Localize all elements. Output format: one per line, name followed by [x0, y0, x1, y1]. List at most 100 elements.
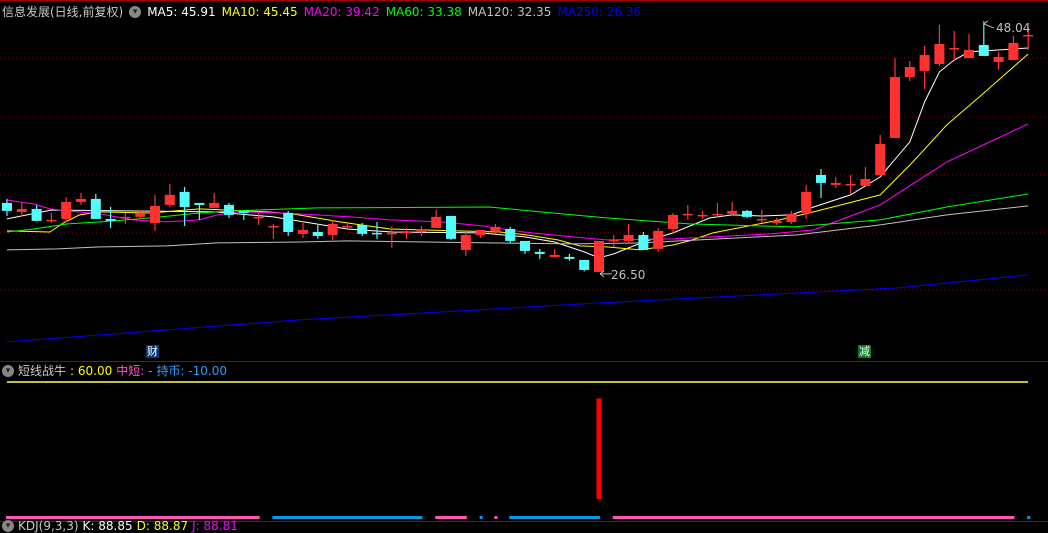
finance-marker[interactable]: 财 — [146, 345, 159, 358]
candle — [431, 209, 442, 228]
candle-body — [638, 234, 649, 250]
candle-body — [164, 194, 175, 205]
candle-body — [268, 225, 279, 228]
candle-body — [579, 259, 590, 270]
candle-body — [756, 218, 767, 221]
candle-body — [682, 213, 693, 216]
candle-body — [534, 251, 545, 254]
candle — [682, 204, 693, 220]
candle-body — [194, 202, 205, 205]
candle-body — [61, 201, 72, 219]
candle — [786, 210, 797, 224]
kdj-d: D: 88.87 — [136, 519, 189, 533]
candle-body — [845, 183, 856, 186]
indicator-name: 短线战牛 — [18, 364, 67, 378]
candle — [949, 30, 960, 60]
candle-body — [31, 208, 42, 221]
candle-body — [386, 232, 397, 235]
candle — [76, 192, 86, 205]
candle-body — [623, 234, 634, 241]
candle-body — [1023, 34, 1034, 37]
candle-body — [830, 182, 841, 185]
state-segment — [612, 516, 1015, 519]
chevron-down-icon[interactable]: ▾ — [2, 364, 14, 377]
candle — [224, 202, 234, 218]
candle — [816, 168, 826, 198]
candle — [623, 223, 634, 244]
candle-body — [890, 77, 900, 138]
candle-body — [460, 234, 471, 250]
candle — [312, 224, 323, 239]
hold-cash-label: 持币: -10.00 — [156, 364, 227, 378]
state-segment — [1027, 516, 1031, 519]
candle-body — [105, 218, 116, 221]
candle — [283, 210, 294, 236]
candle-body — [357, 224, 368, 234]
stock-chart[interactable] — [0, 0, 1048, 527]
chevron-down-icon[interactable]: ▾ — [129, 5, 142, 18]
indicator-header: ▾ 短线战牛 : 60.00 中短: - 持币: -10.00 — [2, 362, 227, 379]
ma20-label: MA20: 39.42 — [303, 4, 380, 19]
candle-body — [312, 231, 323, 236]
ma20-line — [6, 123, 1029, 241]
candle-body — [46, 219, 57, 222]
candle-body — [816, 174, 826, 183]
candle-body — [934, 43, 945, 65]
ma120-label: MA120: 32.35 — [467, 4, 552, 19]
candle-body — [416, 228, 427, 232]
candle-body — [90, 198, 101, 219]
candle-body — [904, 66, 915, 78]
candle-body — [1008, 42, 1019, 60]
candle — [594, 240, 604, 272]
candle — [919, 45, 930, 89]
candle — [756, 209, 767, 223]
candle — [638, 231, 649, 250]
candle — [90, 193, 101, 219]
ma60-label: MA60: 33.38 — [385, 4, 462, 19]
candle — [697, 210, 708, 219]
ma60-line — [6, 193, 1029, 233]
candle-body — [786, 213, 797, 222]
state-segment — [479, 516, 483, 519]
candle-body — [253, 216, 264, 219]
candle-body — [475, 229, 486, 235]
candle-body — [594, 240, 604, 272]
candle — [268, 223, 279, 239]
candle-body — [564, 256, 575, 259]
candle — [845, 174, 856, 194]
candle-body — [653, 230, 664, 249]
state-segment — [494, 516, 498, 519]
candle — [298, 220, 308, 238]
candle — [61, 196, 72, 222]
candle-body — [727, 210, 738, 214]
candle — [31, 204, 42, 221]
candle — [608, 234, 619, 247]
kdj-name: KDJ(9,3,3) — [18, 519, 79, 533]
candle — [238, 210, 249, 220]
candle-body — [801, 191, 812, 213]
candle — [801, 184, 812, 219]
candle-body — [446, 215, 456, 239]
candle — [875, 134, 886, 175]
candle — [993, 51, 1004, 70]
candle-body — [771, 220, 782, 223]
candle — [1008, 36, 1019, 60]
candle — [890, 58, 900, 138]
candle — [120, 212, 131, 224]
candle-body — [209, 202, 220, 208]
candle — [564, 253, 575, 261]
chevron-down-icon[interactable]: ▾ — [2, 520, 14, 532]
indicator-value: : 60.00 — [70, 363, 113, 378]
candle — [742, 209, 752, 218]
candle-body — [712, 213, 723, 216]
candle-body — [327, 223, 338, 235]
low-price-label: 26.50 — [611, 268, 646, 282]
candle-body — [668, 214, 678, 229]
candle-body — [179, 191, 190, 207]
reduce-holding-marker[interactable]: 减 — [858, 345, 871, 358]
candle-body — [549, 254, 560, 257]
candle-body — [978, 45, 989, 56]
ma10-label: MA10: 45.45 — [221, 4, 298, 19]
candle-body — [490, 226, 501, 231]
candle-body — [520, 240, 530, 251]
